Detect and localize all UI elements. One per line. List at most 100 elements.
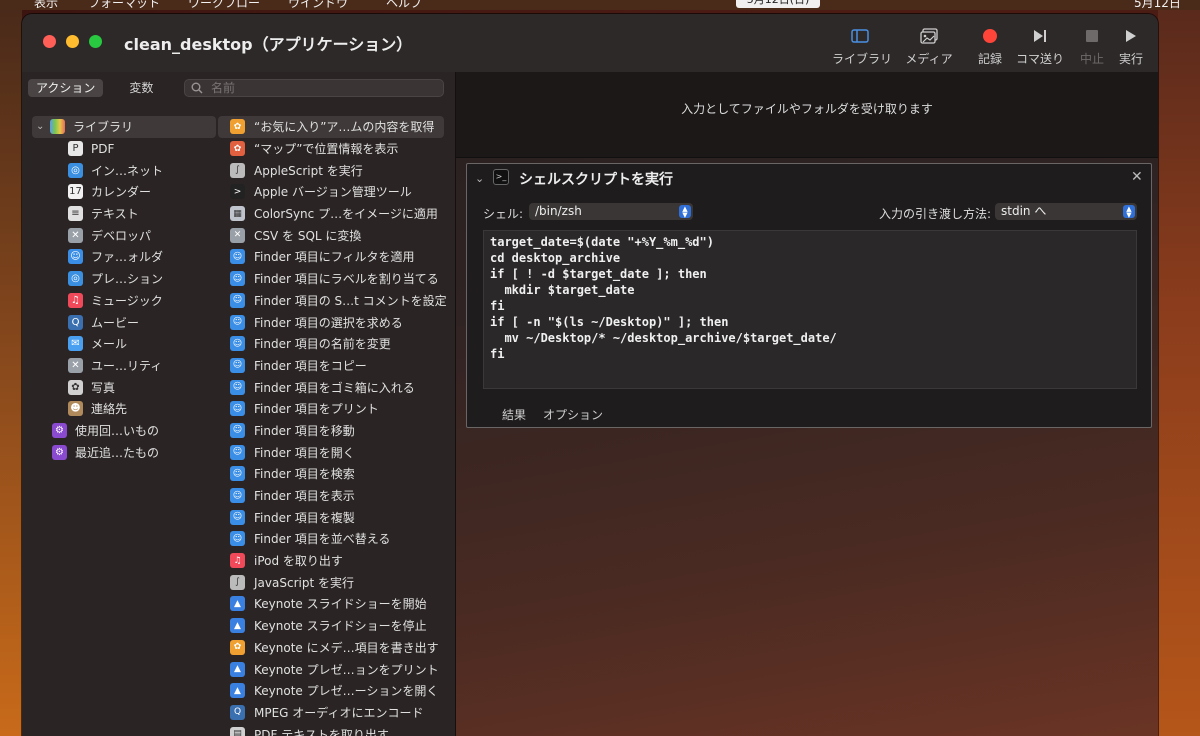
action-item[interactable]: ☺ Finder 項目の S…t コメントを設定 xyxy=(218,290,447,312)
action-item[interactable]: ✕ CSV を SQL に変換 xyxy=(218,224,444,246)
action-item[interactable]: ☺ Finder 項目を複製 xyxy=(218,506,444,528)
library-item[interactable]: ☺ ファ…ォルダ xyxy=(32,246,216,268)
action-item-label: Finder 項目にラベルを割り当てる xyxy=(254,272,439,287)
library-item[interactable]: ✉ メール xyxy=(32,333,216,355)
action-item[interactable]: ▲ Keynote スライドショーを開始 xyxy=(218,593,444,615)
menubar-date[interactable]: 5月12日(日) xyxy=(736,0,820,8)
action-item[interactable]: ✿ “マップ”で位置情報を表示 xyxy=(218,138,444,160)
action-item[interactable]: > Apple バージョン管理ツール xyxy=(218,181,444,203)
menu-window[interactable]: ウインドウ xyxy=(288,0,348,10)
text-icon: ≡ xyxy=(68,206,83,222)
action-item[interactable]: ▲ Keynote プレゼ…ョンをプリント xyxy=(218,658,444,680)
action-item-label: Finder 項目の名前を変更 xyxy=(254,337,391,352)
library-root[interactable]: ⌄ ライブラリ xyxy=(32,116,216,138)
library-item[interactable]: ♫ ミュージック xyxy=(32,290,216,312)
contacts-icon: ☻ xyxy=(68,401,83,417)
action-item[interactable]: ☺ Finder 項目の選択を求める xyxy=(218,311,444,333)
library-toolbar-button[interactable]: ライブラリ xyxy=(832,24,893,70)
tab-options[interactable]: オプション xyxy=(543,406,603,423)
media-toolbar-label: メディア xyxy=(905,52,953,66)
action-item-label: Finder 項目を開く xyxy=(254,445,355,460)
action-item[interactable]: ▲ Keynote プレゼ…ーションを開く xyxy=(218,680,444,702)
action-item-label: PDF テキストを取り出す xyxy=(254,727,389,736)
finder-icon: ☺ xyxy=(230,292,245,308)
smart-group-label: 使用回…いもの xyxy=(75,423,160,438)
action-item[interactable]: ∫ AppleScript を実行 xyxy=(218,159,444,181)
preview-icon: ▤ xyxy=(230,726,245,736)
action-item-label: Apple バージョン管理ツール xyxy=(254,185,412,200)
menu-view[interactable]: 表示 xyxy=(34,0,58,10)
action-item[interactable]: ☺ Finder 項目をプリント xyxy=(218,398,444,420)
close-icon[interactable]: ✕ xyxy=(1131,169,1143,185)
select-arrows-icon: ▲ ▼ xyxy=(679,205,691,219)
action-item[interactable]: ▦ ColorSync プ…をイメージに適用 xyxy=(218,203,444,225)
action-item[interactable]: ∫ JavaScript を実行 xyxy=(218,571,444,593)
library-item[interactable]: P PDF xyxy=(32,138,216,160)
action-item[interactable]: ✿ Keynote にメデ…項目を書き出す xyxy=(218,637,444,659)
record-icon xyxy=(962,24,1018,48)
menu-help[interactable]: ヘルプ xyxy=(386,0,422,10)
action-item[interactable]: ▤ PDF テキストを取り出す xyxy=(218,723,444,736)
keynote-icon: ▲ xyxy=(230,683,245,699)
action-item[interactable]: ☺ Finder 項目をゴミ箱に入れる xyxy=(218,376,444,398)
pass-input-label: 入力の引き渡し方法: xyxy=(879,207,992,221)
action-item[interactable]: ☺ Finder 項目を検索 xyxy=(218,463,444,485)
library-toolbar-label: ライブラリ xyxy=(832,52,893,66)
action-item[interactable]: ☺ Finder 項目を並べ替える xyxy=(218,528,444,550)
step-toolbar-button[interactable]: コマ送り xyxy=(1012,24,1068,70)
action-item[interactable]: ☺ Finder 項目をコピー xyxy=(218,355,444,377)
action-item[interactable]: ☺ Finder 項目の名前を変更 xyxy=(218,333,444,355)
action-item[interactable]: ☺ Finder 項目を表示 xyxy=(218,485,444,507)
action-item[interactable]: ☺ Finder 項目を開く xyxy=(218,441,444,463)
search-input[interactable] xyxy=(211,80,431,96)
menu-workflow[interactable]: ワークフロー xyxy=(188,0,260,10)
script-editor[interactable]: target_date=$(date "+%Y_%m_%d") cd deskt… xyxy=(483,230,1137,389)
finder-icon: ☺ xyxy=(230,357,245,373)
action-item[interactable]: ✿ “お気に入り”ア…ムの内容を取得 xyxy=(218,116,444,138)
pass-input-select[interactable]: stdin へ ▲ ▼ xyxy=(995,203,1137,220)
library-item[interactable]: ✿ 写真 xyxy=(32,376,216,398)
library-item[interactable]: Q ムービー xyxy=(32,311,216,333)
library-item[interactable]: ◎ プレ…ション xyxy=(32,268,216,290)
library-item[interactable]: ◎ イン…ネット xyxy=(32,159,216,181)
smart-folder-icon: ⚙ xyxy=(52,422,67,438)
library-item[interactable]: ≡ テキスト xyxy=(32,203,216,225)
smart-group-item[interactable]: ⚙ 使用回…いもの xyxy=(32,420,216,442)
library-item-label: イン…ネット xyxy=(91,163,164,178)
action-item[interactable]: ▲ Keynote スライドショーを停止 xyxy=(218,615,444,637)
shell-select[interactable]: /bin/zsh ▲ ▼ xyxy=(529,203,693,220)
shell-select-value: /bin/zsh xyxy=(535,204,582,218)
record-toolbar-button[interactable]: 記録 xyxy=(962,24,1018,70)
action-item[interactable]: ☺ Finder 項目にラベルを割り当てる xyxy=(218,268,444,290)
close-window-button[interactable] xyxy=(43,35,56,48)
tab-results[interactable]: 結果 xyxy=(502,406,526,423)
library-item-label: ミュージック xyxy=(91,293,163,308)
calendar-icon: 17 xyxy=(68,184,83,200)
finder-icon: ☺ xyxy=(230,401,245,417)
finder-icon: ☺ xyxy=(68,249,83,265)
library-item[interactable]: ✕ デベロッパ xyxy=(32,224,216,246)
action-item[interactable]: ☺ Finder 項目にフィルタを適用 xyxy=(218,246,444,268)
search-field[interactable] xyxy=(184,79,444,97)
smart-group-item[interactable]: ⚙ 最近追…たもの xyxy=(32,441,216,463)
library-item[interactable]: ✕ ユー…リティ xyxy=(32,355,216,377)
action-item[interactable]: Q MPEG オーディオにエンコード xyxy=(218,702,444,724)
action-item[interactable]: ☺ Finder 項目を移動 xyxy=(218,420,444,442)
chevron-down-icon[interactable]: ⌄ xyxy=(475,172,484,185)
library-root-label: ライブラリ xyxy=(73,120,134,135)
menu-format[interactable]: フォーマット xyxy=(88,0,160,10)
library-item[interactable]: ☻ 連絡先 xyxy=(32,398,216,420)
minimize-window-button[interactable] xyxy=(66,35,79,48)
run-toolbar-button[interactable]: 実行 xyxy=(1103,24,1158,70)
action-list: ✿ “お気に入り”ア…ムの内容を取得 ✿ “マップ”で位置情報を表示 ∫ AppleScr… xyxy=(218,116,447,736)
zoom-window-button[interactable] xyxy=(89,35,102,48)
library-item[interactable]: 17 カレンダー xyxy=(32,181,216,203)
window-title: clean_desktop（アプリケーション） xyxy=(124,35,413,54)
tab-actions[interactable]: アクション xyxy=(28,79,104,97)
tab-variables[interactable]: 変数 xyxy=(121,79,161,97)
mail-icon: ✉ xyxy=(68,336,83,352)
menubar-clock[interactable]: 5月12日 xyxy=(1134,0,1181,10)
media-toolbar-button[interactable]: メディア xyxy=(901,24,957,70)
action-item[interactable]: ♫ iPod を取り出す xyxy=(218,550,444,572)
chevron-down-icon[interactable]: ⌄ xyxy=(36,121,50,132)
